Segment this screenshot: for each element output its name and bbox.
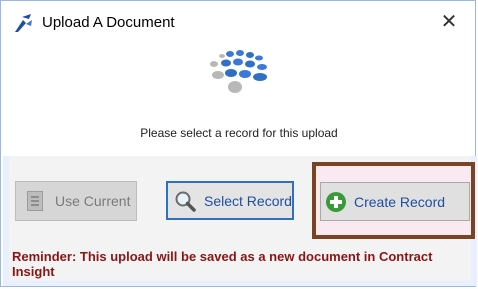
use-current-label: Use Current — [55, 193, 131, 209]
create-record-label: Create Record — [354, 193, 446, 210]
magnifier-icon — [175, 191, 196, 212]
button-panel: Use Current Select Record Create Record … — [3, 156, 477, 286]
title-bar: Upload A Document ✕ — [2, 2, 474, 43]
create-record-button[interactable]: Create Record — [320, 182, 470, 221]
company-logo-icon — [210, 50, 267, 93]
upload-dialog: Upload A Document ✕ Please select a reco… — [0, 0, 477, 287]
close-button[interactable]: ✕ — [438, 11, 460, 33]
document-icon — [27, 191, 43, 211]
close-icon: ✕ — [440, 11, 458, 33]
use-current-button[interactable]: Use Current — [15, 181, 137, 221]
app-logo-icon — [15, 14, 32, 32]
create-record-highlight: Create Record — [312, 162, 475, 239]
select-prompt: Please select a record for this upload — [140, 126, 338, 140]
select-record-button[interactable]: Select Record — [166, 181, 294, 220]
reminder-text: Reminder: This upload will be saved as a… — [12, 249, 433, 279]
dialog-body: Please select a record for this upload — [10, 43, 468, 156]
plus-circle-icon — [326, 191, 346, 212]
select-record-label: Select Record — [204, 192, 292, 209]
window-title: Upload A Document — [42, 14, 175, 31]
